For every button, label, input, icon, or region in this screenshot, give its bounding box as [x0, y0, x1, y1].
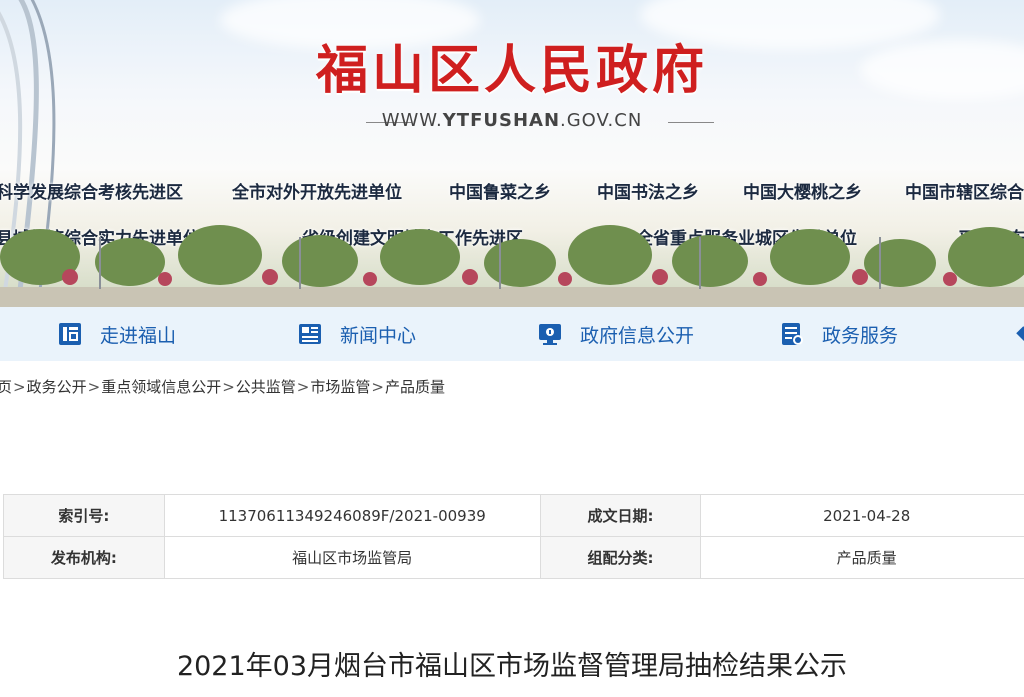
main-nav: 走进福山 新闻中心 政府信息公开 政务服务	[0, 307, 1024, 361]
honor-item: 中国大樱桃之乡	[743, 183, 862, 203]
url-divider-right	[668, 122, 714, 123]
fu-character-icon	[59, 323, 81, 345]
category-label: 组配分类:	[539, 536, 702, 579]
nav-item-government-info[interactable]: 政府信息公开	[538, 307, 694, 361]
honor-item: 中国市辖区综合	[905, 183, 1024, 203]
nav-scroll-arrow-icon[interactable]	[1016, 326, 1024, 342]
document-date-label: 成文日期:	[539, 494, 702, 537]
index-number-label: 索引号:	[3, 494, 165, 537]
table-row: 索引号: 11370611349246089F/2021-00939 成文日期:…	[3, 494, 1024, 537]
breadcrumb-separator: >	[296, 378, 310, 396]
breadcrumb: 页>政务公开>重点领域信息公开>公共监管>市场监管>产品质量	[0, 376, 445, 397]
honor-item: 中国鲁菜之乡	[449, 183, 551, 203]
index-number-value: 11370611349246089F/2021-00939	[163, 494, 541, 537]
site-url-prefix: WWW.	[381, 110, 443, 131]
breadcrumb-market-supervision[interactable]: 市场监管	[310, 378, 370, 396]
breadcrumb-gov-affairs[interactable]: 政务公开	[27, 378, 87, 396]
breadcrumb-public-supervision[interactable]: 公共监管	[236, 378, 296, 396]
nav-item-label: 走进福山	[100, 324, 177, 347]
publisher-label: 发布机构:	[3, 536, 165, 579]
honor-item: 中国书法之乡	[597, 183, 699, 203]
service-document-icon	[782, 323, 803, 345]
nav-item-label: 政府信息公开	[580, 324, 695, 347]
nav-item-label: 新闻中心	[340, 324, 417, 347]
breadcrumb-product-quality[interactable]: 产品质量	[385, 378, 445, 396]
honor-item: 科学发展综合考核先进区	[0, 183, 183, 203]
header-banner: 福山区人民政府 WWW.YTFUSHAN.GOV.CN 科学发展综合考核先进区 …	[0, 0, 1024, 307]
site-url-suffix: .GOV.CN	[560, 110, 643, 131]
nav-item-label: 政务服务	[822, 324, 899, 347]
document-date-value: 2021-04-28	[700, 494, 1024, 537]
breadcrumb-separator: >	[222, 378, 235, 396]
category-value: 产品质量	[700, 536, 1024, 579]
breadcrumb-home[interactable]: 页	[0, 378, 12, 396]
publisher-value: 福山区市场监管局	[163, 536, 541, 579]
nav-item-news-center[interactable]: 新闻中心	[298, 307, 416, 361]
document-info-table: 索引号: 11370611349246089F/2021-00939 成文日期:…	[3, 494, 1024, 579]
street-trees-illustration	[0, 225, 1024, 307]
honor-item: 全市对外开放先进单位	[232, 183, 402, 203]
news-icon	[299, 324, 321, 344]
article-title: 2021年03月烟台市福山区市场监督管理局抽检结果公示	[176, 651, 848, 682]
nav-item-about-fushan[interactable]: 走进福山	[58, 307, 176, 361]
breadcrumb-separator: >	[87, 378, 101, 396]
site-url-main: YTFUSHAN	[442, 110, 561, 131]
site-url: WWW.YTFUSHAN.GOV.CN	[0, 110, 1024, 131]
nav-item-government-services[interactable]: 政务服务	[780, 307, 898, 361]
site-title: 福山区人民政府	[315, 40, 708, 101]
table-row: 发布机构: 福山区市场监管局 组配分类: 产品质量	[3, 536, 1024, 579]
info-monitor-icon	[539, 324, 561, 345]
breadcrumb-separator: >	[371, 378, 384, 396]
breadcrumb-key-areas[interactable]: 重点领域信息公开	[101, 378, 221, 396]
breadcrumb-separator: >	[13, 378, 26, 396]
